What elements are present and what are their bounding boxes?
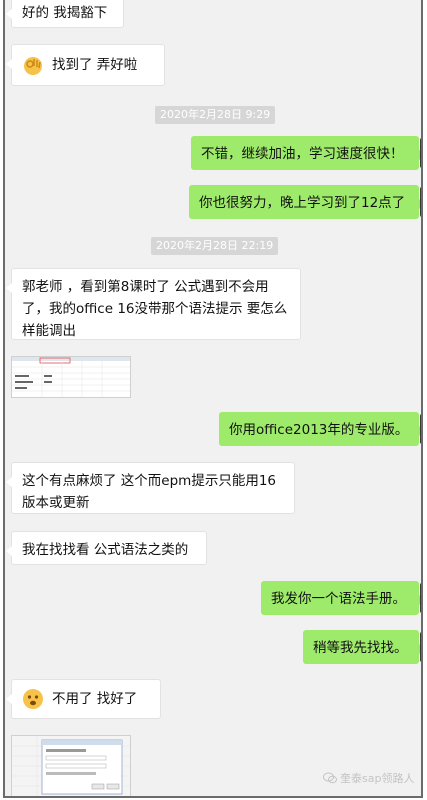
chat-message-right: 我发你一个语法手册。 [261,581,421,615]
chat-message-left: 郭老师 ，看到第8课时了 公式遇到不会用了，我的office 16没带那个语法提… [6,268,301,340]
message-text: 你也很努力，晚上学习到了12点了 [199,195,406,211]
chat-window: 好的 我揭豁下 找到了 弄好啦 2020年2月28日 9:29 不错，继续加油，… [3,0,423,798]
chat-message-left: 找到了 弄好啦 [6,44,165,86]
chat-message-left: 不用了 找好了 [6,679,161,719]
image-thumbnail[interactable] [11,735,131,796]
message-text: 这个有点麻烦了 这个而epm提示只能用16版本或更新 [22,473,276,511]
message-text: 我发你一个语法手册。 [271,591,406,607]
avatar-edge [420,138,421,168]
chat-message-right: 你也很努力，晚上学习到了12点了 [189,185,421,219]
message-text: 好的 我揭豁下 [22,5,108,21]
chat-message-left: 好的 我揭豁下 [6,0,124,28]
message-text: 我在找找看 公式语法之类的 [22,542,189,558]
message-text: 郭老师 ，看到第8课时了 公式遇到不会用了，我的office 16没带那个语法提… [22,279,288,339]
dialog-preview-icon [12,736,130,796]
chat-message-right: 你用office2013年的专业版。 [219,412,421,446]
ok-hand-icon [22,54,44,76]
spreadsheet-preview-icon [12,357,130,397]
image-thumbnail[interactable] [11,356,131,398]
timestamp: 2020年2月28日 9:29 [155,106,276,124]
wechat-logo-icon [323,772,337,787]
avatar-edge [420,187,421,217]
message-text: 不用了 找好了 [52,691,138,707]
message-text: 你用office2013年的专业版。 [229,422,409,438]
message-text: 稍等我先找找。 [313,640,408,656]
message-text: 不错，继续加油，学习速度很快！ [201,146,404,162]
avatar-edge [420,583,421,613]
chat-message-right: 稍等我先找找。 [303,630,421,664]
avatar-edge [420,414,421,444]
chat-message-left: 我在找找看 公式语法之类的 [6,531,207,565]
timestamp: 2020年2月28日 22:19 [151,237,279,255]
avatar-edge [420,632,421,662]
surprised-face-icon [22,688,44,710]
chat-message-right: 不错，继续加油，学习速度很快！ [191,136,421,170]
message-text: 找到了 弄好啦 [52,57,138,73]
watermark: 奎泰sap领路人 [323,770,414,787]
watermark-text: 奎泰sap领路人 [340,772,415,785]
chat-message-left: 这个有点麻烦了 这个而epm提示只能用16版本或更新 [6,462,295,514]
